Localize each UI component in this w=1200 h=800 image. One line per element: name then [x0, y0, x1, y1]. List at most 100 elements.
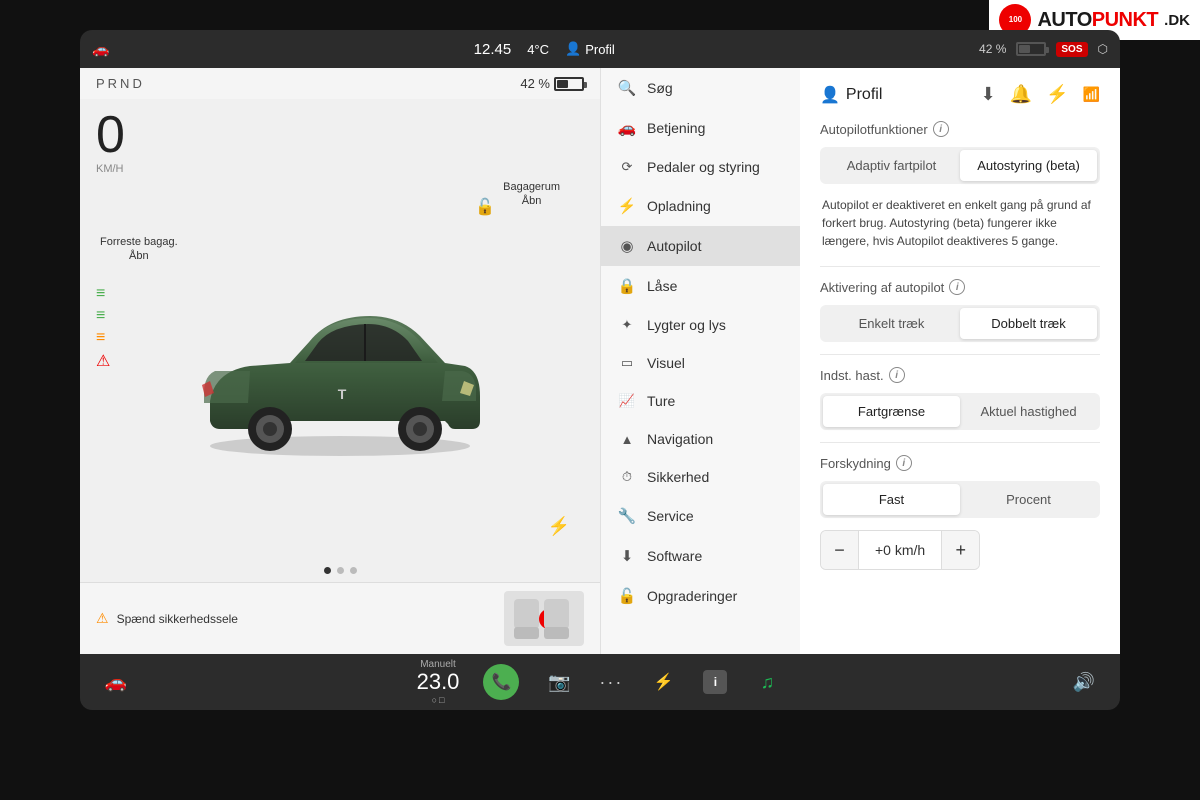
taskbar-left: 🚗: [100, 666, 132, 698]
indicator-3: ≡: [96, 329, 110, 347]
info-icon-forskydning[interactable]: i: [896, 455, 912, 471]
info-icon-aktivering[interactable]: i: [949, 279, 965, 295]
menu-sikkerhed-label: Sikkerhed: [647, 469, 709, 485]
download-icon[interactable]: ⬇: [981, 84, 996, 105]
drive-icon: 🚗: [92, 41, 109, 58]
enkelt-traek-btn[interactable]: Enkelt træk: [823, 308, 960, 339]
menu-laase[interactable]: 🔒 Låse: [601, 266, 800, 306]
charge-icon: ⚡: [548, 516, 570, 537]
settings-title: 👤 Profil: [820, 85, 882, 105]
prnd-display: PRND: [96, 76, 145, 91]
menu-ture-label: Ture: [647, 393, 675, 409]
more-options[interactable]: ···: [599, 672, 623, 693]
autostyring-btn[interactable]: Autostyring (beta): [960, 150, 1097, 181]
menu-pedaler[interactable]: ⟳ Pedaler og styring: [601, 148, 800, 186]
menu-sikkerhed-icon: ⏱: [617, 469, 637, 485]
minus-btn[interactable]: −: [821, 531, 859, 569]
battery-bar: [1016, 42, 1046, 56]
sos-badge: SOS: [1056, 42, 1087, 57]
spotify-icon[interactable]: ♫: [751, 666, 783, 698]
menu-service[interactable]: 🔧 Service: [601, 496, 800, 536]
taskbar-speed-value: 23.0: [417, 670, 460, 694]
menu-lygter[interactable]: ✦ Lygter og lys: [601, 306, 800, 344]
autopilot-warning-notice: Autopilot er deaktiveret en enkelt gang …: [820, 196, 1100, 250]
dot-3: [350, 567, 357, 574]
menu-opladning[interactable]: ⚡ Opladning: [601, 186, 800, 226]
battery-percent: 42 %: [979, 42, 1006, 56]
menu-panel: 🔍 Søg 🚗 Betjening ⟳ Pedaler og styring ⚡…: [600, 68, 800, 654]
settings-panel: 👤 Profil ⬇ 🔔 ⚡ 📶 Autopilotfunktioner i A…: [800, 68, 1120, 654]
dobbelt-traek-btn[interactable]: Dobbelt træk: [960, 308, 1097, 339]
menu-laase-icon: 🔒: [617, 277, 637, 295]
battery-bar-small: [554, 77, 584, 91]
fartgraense-btn[interactable]: Fartgrænse: [823, 396, 960, 427]
indicator-4: ⚠: [96, 351, 110, 371]
warning-bar: ⚠ Spænd sikkerhedssele !: [80, 582, 600, 654]
menu-pedaler-icon: ⟳: [617, 159, 637, 175]
menu-autopilot[interactable]: ◉ Autopilot: [601, 226, 800, 266]
left-panel: PRND 42 % 0 KM/H ≡ ≡ ≡ ⚠: [80, 68, 600, 654]
aktuel-hast-btn[interactable]: Aktuel hastighed: [960, 396, 1097, 427]
autopilot-section-label: Autopilotfunktioner i: [820, 121, 1100, 137]
aktivering-section-label: Aktivering af autopilot i: [820, 279, 1100, 295]
menu-navigation-label: Navigation: [647, 431, 713, 447]
menu-navigation[interactable]: ▲ Navigation: [601, 420, 800, 458]
menu-soeg-label: Søg: [647, 80, 673, 96]
procent-btn[interactable]: Procent: [960, 484, 1097, 515]
bluetooth-taskbar-icon[interactable]: ⚡: [647, 666, 679, 698]
status-bar-center: 12.45 4°C 👤 Profil: [474, 41, 615, 58]
taskbar-car-icon[interactable]: 🚗: [100, 666, 132, 698]
menu-opladning-label: Opladning: [647, 198, 711, 214]
phone-btn[interactable]: 📞: [483, 664, 519, 700]
bluetooth-icon[interactable]: ⚡: [1046, 84, 1068, 105]
divider-2: [820, 354, 1100, 355]
divider-3: [820, 442, 1100, 443]
status-profile: 👤 Profil: [565, 41, 615, 57]
menu-opgraderinger[interactable]: 🔓 Opgraderinger: [601, 576, 800, 616]
forskydning-btn-group: Fast Procent: [820, 481, 1100, 518]
main-content: PRND 42 % 0 KM/H ≡ ≡ ≡ ⚠: [80, 68, 1120, 654]
info-icon-autopilot[interactable]: i: [933, 121, 949, 137]
airbag-icon: ⬡: [1098, 42, 1108, 56]
menu-service-label: Service: [647, 508, 694, 524]
volume-icon[interactable]: 🔊: [1068, 666, 1100, 698]
screen-bezel: 🚗 12.45 4°C 👤 Profil 42 % SOS ⬡ PRND: [80, 30, 1120, 710]
menu-sikkerhed[interactable]: ⏱ Sikkerhed: [601, 458, 800, 496]
menu-software[interactable]: ⬇ Software: [601, 536, 800, 576]
divider-1: [820, 266, 1100, 267]
menu-visuel-label: Visuel: [647, 355, 685, 371]
status-bar-right: 42 % SOS ⬡: [979, 42, 1108, 57]
menu-service-icon: 🔧: [617, 507, 637, 525]
menu-visuel[interactable]: ▭ Visuel: [601, 344, 800, 382]
info-icon-hast[interactable]: i: [889, 367, 905, 383]
plus-btn[interactable]: +: [941, 531, 979, 569]
fast-btn[interactable]: Fast: [823, 484, 960, 515]
bell-icon[interactable]: 🔔: [1010, 84, 1032, 105]
menu-betjening-icon: 🚗: [617, 119, 637, 137]
menu-opladning-icon: ⚡: [617, 197, 637, 215]
speed-number: 0: [96, 109, 584, 161]
camera-icon[interactable]: 📷: [543, 666, 575, 698]
menu-betjening[interactable]: 🚗 Betjening: [601, 108, 800, 148]
speed-offset-row: − +0 km/h +: [820, 530, 1100, 570]
taskbar-center: Manuelt 23.0 ○ □ 📞 📷 ··· ⚡ i ♫: [417, 659, 784, 704]
speed-offset-control: − +0 km/h +: [820, 530, 980, 570]
menu-laase-label: Låse: [647, 278, 677, 294]
menu-soeg[interactable]: 🔍 Søg: [601, 68, 800, 108]
menu-ture[interactable]: 📈 Ture: [601, 382, 800, 420]
menu-lygter-icon: ✦: [617, 317, 637, 333]
taskbar-speed: Manuelt 23.0 ○ □: [417, 659, 460, 704]
hast-btn-group: Fartgrænse Aktuel hastighed: [820, 393, 1100, 430]
prnd-bar: PRND 42 %: [80, 68, 600, 99]
menu-software-icon: ⬇: [617, 547, 637, 565]
status-temp: 4°C: [527, 42, 549, 57]
profile-icon: 👤: [565, 41, 581, 57]
info-taskbar-btn[interactable]: i: [703, 670, 727, 694]
status-bar: 🚗 12.45 4°C 👤 Profil 42 % SOS ⬡: [80, 30, 1120, 68]
adaptiv-fartpilot-btn[interactable]: Adaptiv fartpilot: [823, 150, 960, 181]
indicator-1: ≡: [96, 285, 110, 303]
menu-soeg-icon: 🔍: [617, 79, 637, 97]
taskbar-right: 🔊: [1068, 666, 1100, 698]
battery-fill-small: [557, 80, 568, 88]
battery-indicator-left: 42 %: [520, 76, 584, 91]
